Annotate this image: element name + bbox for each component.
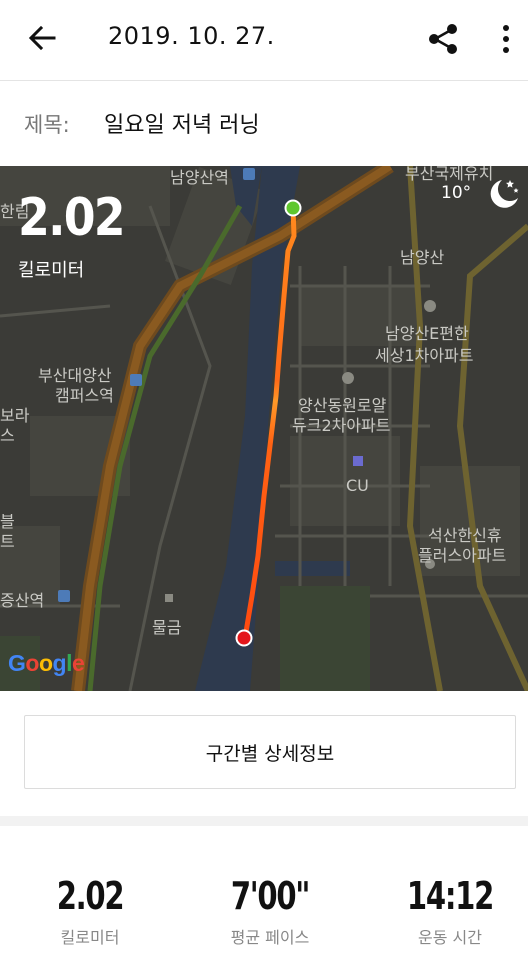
stat-pace-label: 평균 페이스 (230, 928, 310, 947)
share-icon[interactable] (426, 22, 460, 56)
route-map[interactable]: 남양산역 부산국제유치 한림 남양산 남양산E편한 세상1차아파트 부산대양산 … (0, 166, 528, 691)
stat-pace-value: 7'00" (230, 874, 311, 918)
stat-distance-value: 2.02 (56, 874, 125, 918)
top-app-bar: 2019. 10. 27. (0, 0, 528, 81)
stat-distance: 2.02 킬로미터 (2, 874, 178, 948)
route-end-marker (235, 629, 253, 647)
title-label: 제목: (24, 113, 70, 137)
moon-stars-icon (490, 180, 519, 208)
workout-stats: 2.02 킬로미터 7'00" 평균 페이스 14:12 운동 시간 (0, 826, 528, 963)
arrow-left-icon[interactable] (26, 22, 58, 54)
workout-title[interactable]: 일요일 저녁 러닝 (104, 107, 260, 139)
stat-time-label: 운동 시간 (418, 928, 482, 947)
section-detail-button[interactable]: 구간별 상세정보 (24, 715, 516, 789)
temperature: 10° (441, 183, 472, 203)
section-detail-area: 구간별 상세정보 (0, 691, 528, 816)
stat-distance-label: 킬로미터 (60, 928, 120, 947)
stat-time: 14:12 운동 시간 (362, 874, 528, 948)
title-row[interactable]: 제목: 일요일 저녁 러닝 (0, 81, 528, 166)
workout-date: 2019. 10. 27. (108, 22, 275, 50)
route-start-marker (284, 199, 302, 217)
more-vertical-icon[interactable] (496, 22, 516, 56)
map-distance-value: 2.02 (18, 188, 126, 248)
stat-pace: 7'00" 평균 페이스 (182, 874, 358, 948)
map-distance-unit: 킬로미터 (18, 260, 85, 281)
stat-time-value: 14:12 (406, 874, 494, 918)
google-logo: Google (8, 650, 85, 676)
